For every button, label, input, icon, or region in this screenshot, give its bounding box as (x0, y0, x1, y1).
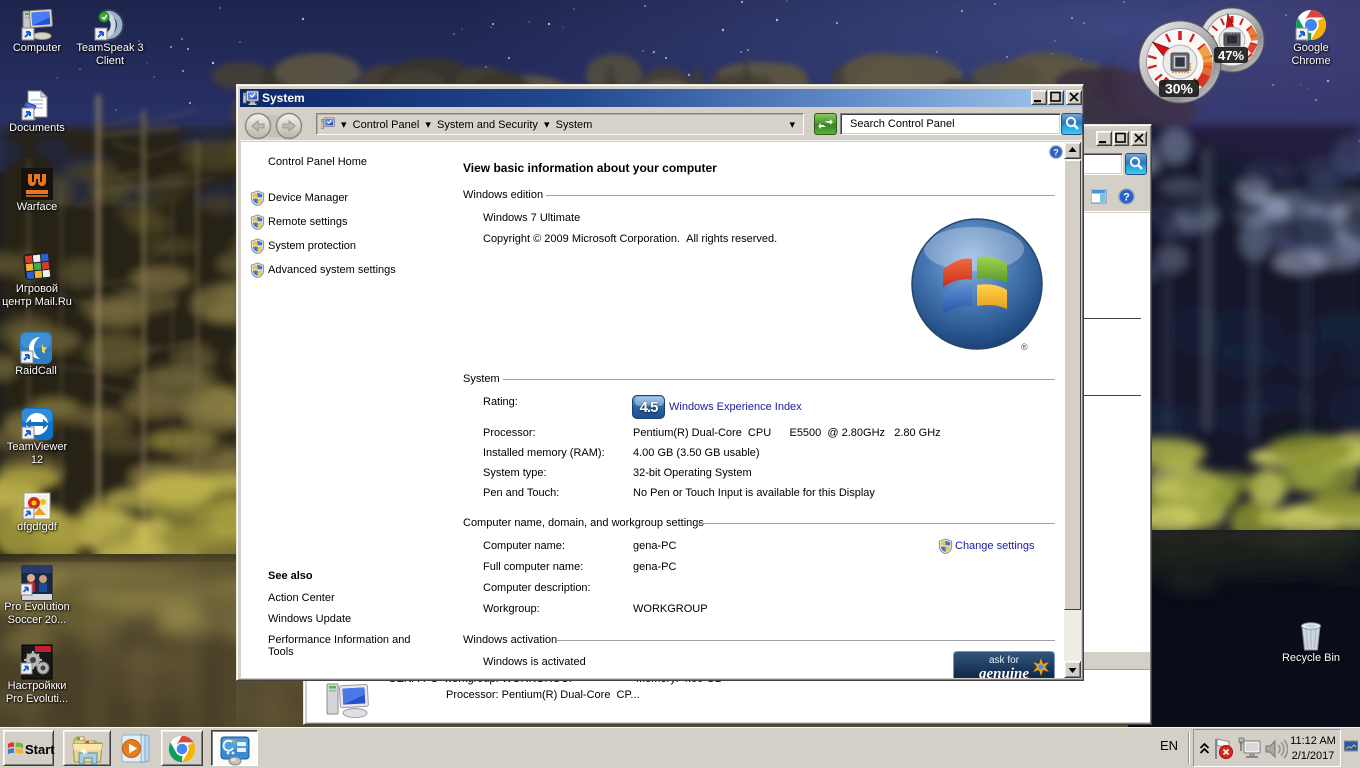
svg-text:30%: 30% (1165, 81, 1194, 97)
svg-text:47%: 47% (1218, 48, 1244, 63)
svg-text:?: ? (1053, 147, 1059, 157)
svg-text:?: ? (1123, 192, 1130, 204)
